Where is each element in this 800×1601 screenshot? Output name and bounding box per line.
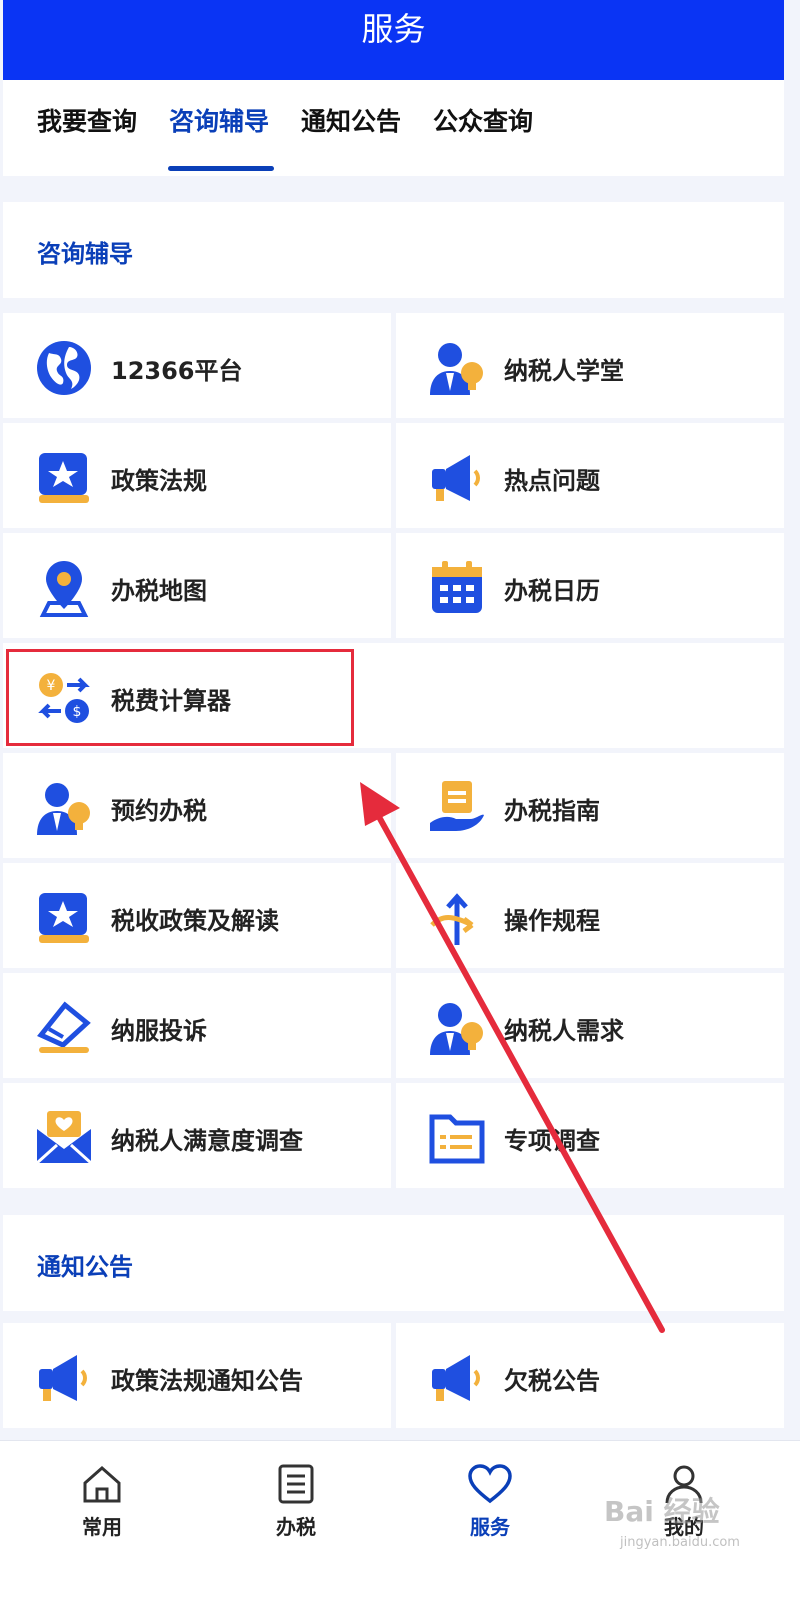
service-item-tax-arrears[interactable]: 欠税公告 xyxy=(396,1323,784,1428)
page-title: 服务 xyxy=(361,10,426,48)
map-pin-icon xyxy=(39,561,89,617)
service-item-label: 欠税公告 xyxy=(504,1367,600,1395)
service-item-12366[interactable]: 12366平台 xyxy=(3,313,391,418)
page-header: 服务 xyxy=(3,0,784,80)
folder-list-icon xyxy=(429,1114,485,1164)
service-item-label: 纳税人学堂 xyxy=(504,357,624,385)
split-arrows-icon xyxy=(430,893,474,945)
nav-label: 办税 xyxy=(276,1515,316,1539)
service-item-label: 预约办税 xyxy=(111,797,207,825)
service-item-special-survey[interactable]: 专项调查 xyxy=(396,1083,784,1188)
list-icon xyxy=(278,1464,314,1504)
service-item-label: 政策法规 xyxy=(111,467,207,495)
service-item-complaint[interactable]: 纳服投诉 xyxy=(3,973,391,1078)
nav-tax[interactable]: 办税 xyxy=(246,1463,346,1540)
service-item-label: 办税日历 xyxy=(504,577,600,605)
home-icon xyxy=(83,1465,121,1503)
service-item-label: 政策法规通知公告 xyxy=(111,1367,303,1395)
tab-public-query[interactable]: 公众查询 xyxy=(433,102,533,138)
star-book-icon xyxy=(39,893,89,943)
service-item-policy-interpretation[interactable]: 税收政策及解读 xyxy=(3,863,391,968)
service-item-tax-calendar[interactable]: 办税日历 xyxy=(396,533,784,638)
tab-consulting[interactable]: 咨询辅导 xyxy=(169,102,269,138)
service-item-label: 专项调查 xyxy=(504,1127,600,1155)
heart-icon xyxy=(468,1464,512,1504)
tab-query[interactable]: 我要查询 xyxy=(37,102,137,138)
service-item-label: 税收政策及解读 xyxy=(111,907,279,935)
envelope-complaint-icon xyxy=(37,1001,91,1053)
nav-service[interactable]: 服务 xyxy=(440,1463,540,1540)
megaphone-icon xyxy=(39,1355,87,1401)
service-item-label: 办税地图 xyxy=(111,577,207,605)
person-bulb-icon xyxy=(430,343,483,395)
service-item-policy-notices[interactable]: 政策法规通知公告 xyxy=(3,1323,391,1428)
service-item-appointment[interactable]: 预约办税 xyxy=(3,753,391,858)
service-item-label: 纳税人满意度调查 xyxy=(111,1127,303,1155)
megaphone-icon xyxy=(432,1355,480,1401)
star-book-icon xyxy=(39,453,89,503)
calendar-icon xyxy=(432,561,482,613)
section-heading: 通知公告 xyxy=(37,1253,133,1281)
service-item-hot-issues[interactable]: 热点问题 xyxy=(396,423,784,528)
service-item-label: 纳税人需求 xyxy=(504,1017,624,1045)
service-item-procedures[interactable]: 操作规程 xyxy=(396,863,784,968)
service-item-tax-map[interactable]: 办税地图 xyxy=(3,533,391,638)
globe-icon xyxy=(37,341,91,395)
section-heading: 咨询辅导 xyxy=(37,240,133,268)
tab-bar: 我要查询 咨询辅导 通知公告 公众查询 xyxy=(3,80,784,176)
section-title-consulting: 咨询辅导 xyxy=(3,202,784,298)
nav-common[interactable]: 常用 xyxy=(52,1463,152,1540)
highlight-box xyxy=(6,649,354,746)
service-item-tax-guide[interactable]: 办税指南 xyxy=(396,753,784,858)
service-item-label: 12366平台 xyxy=(111,357,243,385)
service-item-taxpayer-needs[interactable]: 纳税人需求 xyxy=(396,973,784,1078)
service-item-policies[interactable]: 政策法规 xyxy=(3,423,391,528)
watermark-sub: jingyan.baidu.com xyxy=(620,1535,740,1550)
heart-mail-icon xyxy=(35,1111,93,1165)
person-bulb-icon xyxy=(37,783,90,835)
megaphone-icon xyxy=(432,455,480,501)
tab-notices[interactable]: 通知公告 xyxy=(301,102,401,138)
nav-label: 服务 xyxy=(470,1515,510,1539)
watermark: Bai 经验 xyxy=(604,1495,720,1528)
service-item-label: 操作规程 xyxy=(504,907,600,935)
person-bulb-icon xyxy=(430,1003,483,1055)
section-title-notices: 通知公告 xyxy=(3,1215,784,1311)
tab-active-indicator xyxy=(168,166,274,171)
service-item-label: 热点问题 xyxy=(504,467,600,495)
service-item-label: 办税指南 xyxy=(504,797,600,825)
nav-label: 常用 xyxy=(82,1515,122,1539)
service-item-satisfaction-survey[interactable]: 纳税人满意度调查 xyxy=(3,1083,391,1188)
service-item-label: 纳服投诉 xyxy=(111,1017,207,1045)
hand-document-icon xyxy=(430,781,484,831)
service-item-taxpayer-school[interactable]: 纳税人学堂 xyxy=(396,313,784,418)
